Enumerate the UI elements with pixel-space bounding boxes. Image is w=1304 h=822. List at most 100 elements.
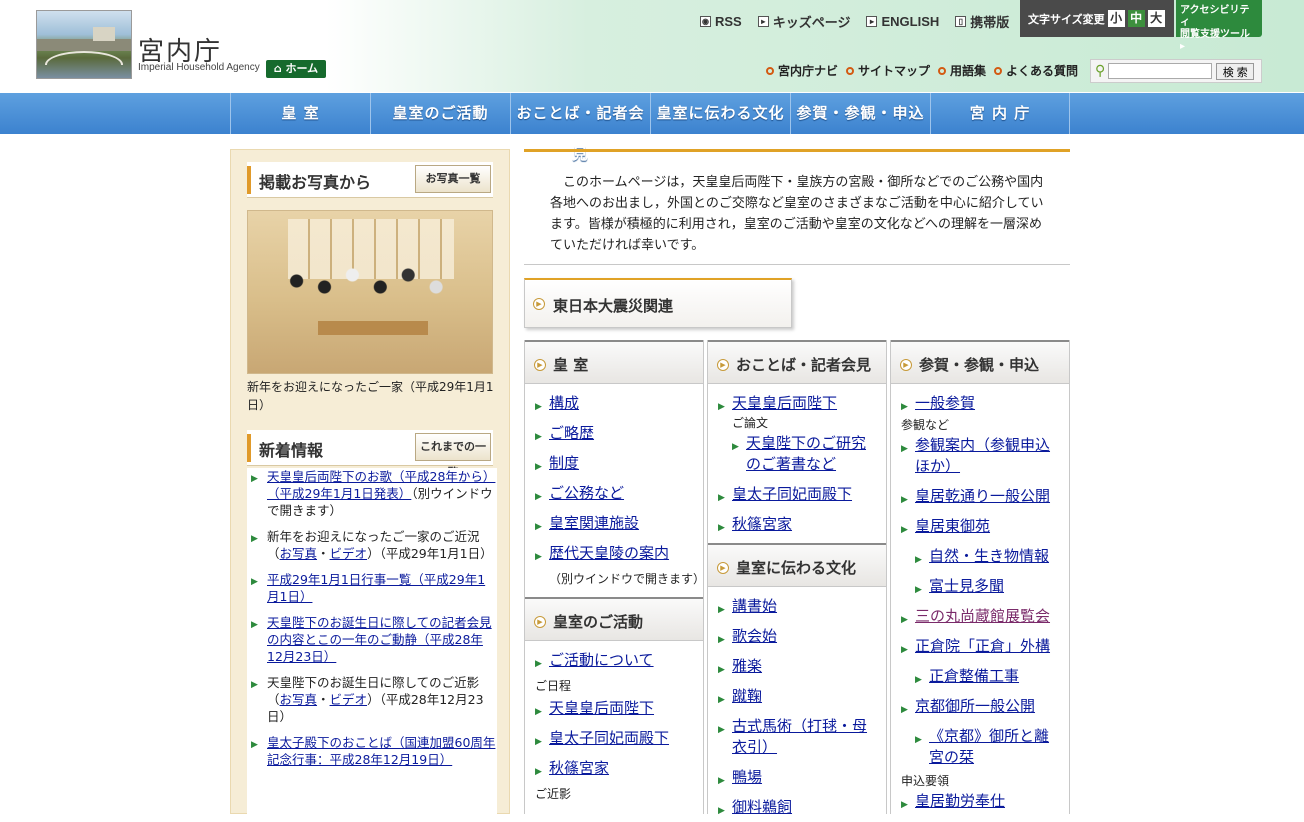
- subnav-faq[interactable]: よくある質問: [994, 62, 1078, 79]
- link-nature-info[interactable]: 自然・生き物情報: [929, 547, 1049, 565]
- link-structure[interactable]: 構成: [549, 394, 579, 412]
- arrow-icon: ▶: [535, 402, 542, 412]
- font-size-medium-button[interactable]: 中: [1127, 10, 1145, 27]
- link-sannomaru[interactable]: 三の丸尚蔵館展覧会: [915, 607, 1050, 625]
- left-column: 掲載お写真から お写真一覧 新年をお迎えになったご一家（平成29年1月1日） 新…: [230, 149, 510, 818]
- nav-addresses[interactable]: おことば・記者会見: [510, 93, 650, 163]
- kids-page-link[interactable]: ▸ キッズページ: [757, 12, 850, 31]
- logo-photo[interactable]: [36, 10, 132, 79]
- photo-link[interactable]: お写真: [280, 692, 318, 707]
- list-item: ▶ 秋篠宮家: [708, 514, 886, 535]
- search-input[interactable]: [1108, 63, 1213, 79]
- arrow-icon: ▶: [915, 555, 922, 565]
- link-koshohajime[interactable]: 講書始: [732, 597, 777, 615]
- font-size-large-button[interactable]: 大: [1147, 10, 1165, 27]
- news-link[interactable]: 天皇陛下のお誕生日に際しての記者会見の内容とこの一年のご動静（平成28年12月2…: [267, 615, 492, 664]
- column-header: ▶ 皇室のご活動: [525, 597, 703, 641]
- photo-link[interactable]: お写真: [280, 546, 318, 561]
- photo-section-title: 掲載お写真から: [259, 173, 372, 192]
- circle-arrow-icon: ▶: [534, 359, 546, 371]
- link-ukai[interactable]: 御料鵜飼: [732, 798, 792, 816]
- link-east-gardens[interactable]: 皇居東御苑: [915, 517, 990, 535]
- search-box: ⚲ 検 索: [1090, 59, 1262, 83]
- link-crown-prince[interactable]: 皇太子同妃両殿下: [549, 729, 669, 747]
- papers-label: ご論文: [732, 416, 769, 430]
- main-navigation: 皇 室 皇室のご活動 おことば・記者会見 皇室に伝わる文化 参賀・参観・申込 宮…: [0, 93, 1304, 163]
- video-link[interactable]: ビデオ: [330, 692, 368, 707]
- news-archive-button[interactable]: これまでの一覧: [415, 433, 491, 479]
- accessibility-tool-button[interactable]: アクセシビリティ 閲覧支援ツール ▸: [1176, 0, 1262, 52]
- arrow-icon: ▶: [251, 740, 258, 750]
- link-kyoto-gosho[interactable]: 京都御所一般公開: [915, 697, 1035, 715]
- english-link[interactable]: ▸ ENGLISH: [866, 14, 939, 29]
- disaster-related-button[interactable]: ▶ 東日本大震災関連: [524, 278, 792, 328]
- list-item: ▶ 皇太子同妃両殿下: [525, 728, 703, 749]
- link-mausoleums[interactable]: 歴代天皇陵の案内: [549, 544, 669, 562]
- arrow-icon: ▶: [535, 522, 542, 532]
- link-akishino[interactable]: 秋篠宮家: [732, 515, 792, 533]
- list-item: ▶ 制度: [525, 453, 703, 474]
- rss-link[interactable]: ◉ RSS: [700, 14, 742, 29]
- nav-visits[interactable]: 参賀・参観・申込: [790, 93, 930, 134]
- link-about-activities[interactable]: ご活動について: [549, 651, 654, 669]
- intro-text: このホームページは，天皇皇后両陛下・皇族方の宮殿・御所などでのご公務や国内各地へ…: [524, 149, 1070, 265]
- subnav-navi[interactable]: 宮内庁ナビ: [766, 62, 838, 79]
- photo-caption: 新年をお迎えになったご一家（平成29年1月1日）: [247, 380, 494, 412]
- link-volunteer[interactable]: 皇居勤労奉仕: [915, 792, 1005, 810]
- font-size-small-button[interactable]: 小: [1107, 10, 1125, 27]
- list-item: ▶ 参観案内（参観申込ほか）: [891, 435, 1069, 477]
- link-utakai[interactable]: 歌会始: [732, 627, 777, 645]
- link-research[interactable]: 天皇陛下のご研究のご著書など: [746, 434, 866, 473]
- link-kyoto-guide[interactable]: 《京都》御所と離宮の栞: [929, 727, 1049, 766]
- mobile-icon: ▯: [955, 15, 967, 27]
- list-item: ▶ 構成: [525, 393, 703, 414]
- news-section-header: 新着情報 これまでの一覧: [247, 430, 493, 479]
- link-emperor-empress[interactable]: 天皇皇后両陛下: [732, 394, 837, 412]
- arrow-icon: ▶: [535, 492, 542, 502]
- news-link[interactable]: 皇太子殿下のおことば（国連加盟60周年記念行事：平成28年12月19日）: [267, 735, 495, 767]
- link-inui-street[interactable]: 皇居乾通り一般公開: [915, 487, 1050, 505]
- link-kemari[interactable]: 蹴鞠: [732, 687, 762, 705]
- link-general-visit[interactable]: 一般参賀: [915, 394, 975, 412]
- photo-list-button[interactable]: お写真一覧: [415, 165, 491, 193]
- link-crown-prince[interactable]: 皇太子同妃両殿下: [732, 485, 852, 503]
- arrow-icon: ▶: [535, 659, 542, 669]
- list-item: ▶ 天皇皇后両陛下: [525, 698, 703, 719]
- arrow-icon: ▶: [535, 552, 542, 562]
- list-item: ▶ 鴨場: [708, 767, 886, 788]
- link-visit-guide[interactable]: 参観案内（参観申込ほか）: [915, 436, 1050, 475]
- nav-agency[interactable]: 宮 内 庁: [930, 93, 1070, 134]
- link-akishino[interactable]: 秋篠宮家: [549, 759, 609, 777]
- link-system[interactable]: 制度: [549, 454, 579, 472]
- link-biography[interactable]: ご略歴: [549, 424, 594, 442]
- subnav-sitemap[interactable]: サイトマップ: [846, 62, 930, 79]
- video-link[interactable]: ビデオ: [330, 546, 368, 561]
- link-shoso-repair[interactable]: 正倉整備工事: [929, 667, 1019, 685]
- news-link[interactable]: 平成29年1月1日行事一覧（平成29年1月1日）: [267, 572, 485, 604]
- list-item: ▶ 三の丸尚蔵館展覧会: [891, 606, 1069, 627]
- rss-icon: ◉: [700, 15, 711, 27]
- subnav-glossary[interactable]: 用語集: [938, 62, 986, 79]
- nav-imperial-family[interactable]: 皇 室: [230, 93, 370, 134]
- link-shosoin[interactable]: 正倉院「正倉」外構: [915, 637, 1050, 655]
- search-button[interactable]: 検 索: [1216, 62, 1255, 80]
- link-facilities[interactable]: 皇室関連施設: [549, 514, 639, 532]
- list-item: ▶ 皇居乾通り一般公開: [891, 486, 1069, 507]
- link-emperor-empress[interactable]: 天皇皇后両陛下: [549, 699, 654, 717]
- arrow-icon: ▶: [901, 402, 908, 412]
- list-item: ▶ 富士見多聞: [891, 576, 1069, 597]
- arrow-icon: ▶: [535, 462, 542, 472]
- link-horsemanship[interactable]: 古式馬術（打毬・母衣引）: [732, 717, 867, 756]
- nav-activities[interactable]: 皇室のご活動: [370, 93, 510, 134]
- link-kamoba[interactable]: 鴨場: [732, 768, 762, 786]
- home-button[interactable]: ⌂ ホーム: [266, 60, 326, 78]
- nav-culture[interactable]: 皇室に伝わる文化: [650, 93, 790, 134]
- mobile-link[interactable]: ▯ 携帯版: [955, 12, 1009, 31]
- home-label: ホーム: [285, 62, 319, 75]
- link-gagaku[interactable]: 雅楽: [732, 657, 762, 675]
- list-item: ▶ 天皇陛下のお誕生日に際しての記者会見の内容とこの一年のご動静（平成28年12月…: [247, 614, 497, 665]
- arrow-icon: ▶: [718, 725, 725, 735]
- link-official-duties[interactable]: ご公務など: [549, 484, 624, 502]
- link-fujimi-tamon[interactable]: 富士見多聞: [929, 577, 1004, 595]
- featured-photo[interactable]: [247, 210, 493, 374]
